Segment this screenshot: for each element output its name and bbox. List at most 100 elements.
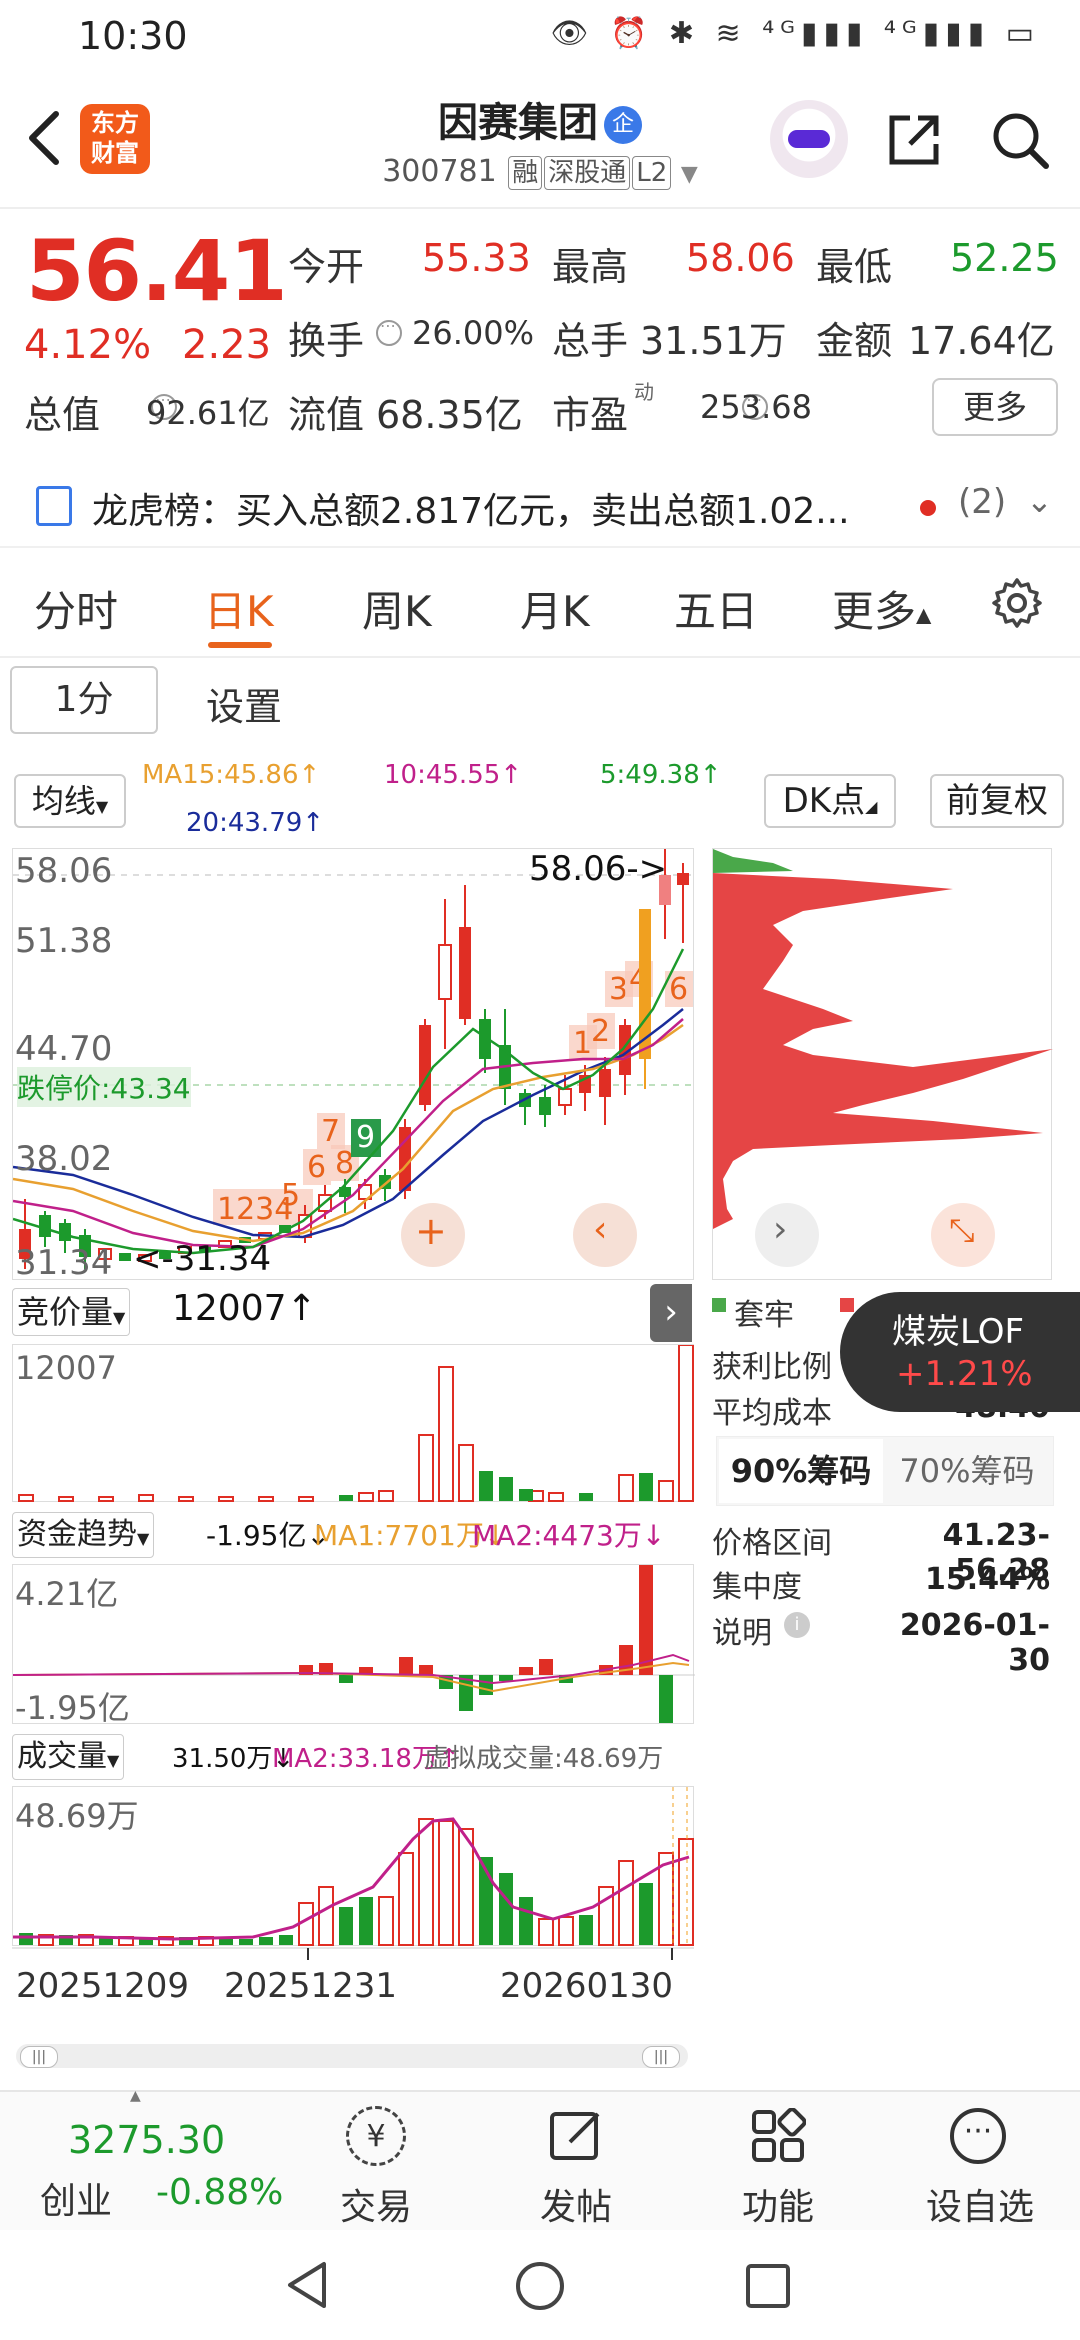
auction-value: 12007↑ <box>172 1288 317 1329</box>
info-icon[interactable]: i <box>784 1612 810 1638</box>
open-label: 今开 <box>288 245 365 289</box>
range-scrollbar[interactable]: ||| ||| <box>16 2044 688 2068</box>
open-value: 55.33 <box>422 236 531 280</box>
scroll-handle-right[interactable]: ||| <box>642 2046 680 2068</box>
tab-daily-k[interactable]: 日K <box>204 578 274 639</box>
volume-chart: 48.69万 <box>12 1786 694 1946</box>
system-home-icon[interactable] <box>514 2260 566 2312</box>
y-label-min: 31.34 <box>15 1243 113 1283</box>
search-icon[interactable] <box>988 108 1052 172</box>
volume-label: 总手 <box>552 319 629 363</box>
mktcap-value: 92.61亿 <box>146 394 270 432</box>
index-name[interactable]: 创业 <box>40 2172 112 2224</box>
crosshair-icon[interactable]: + <box>415 1209 447 1253</box>
info-icon[interactable] <box>376 316 402 346</box>
volume-dropdown-label: 成交量 <box>17 1739 107 1774</box>
tab-monthly-k[interactable]: 月K <box>520 578 590 639</box>
y-label-max: 58.06 <box>15 851 113 891</box>
change-percent: 4.12% <box>24 322 152 368</box>
fund-trend-dropdown[interactable]: 资金趋势▼ <box>12 1512 155 1558</box>
settings-link[interactable]: 设置 <box>206 676 282 731</box>
caret-down-icon: ▼ <box>137 1529 150 1548</box>
price-range-label: 价格区间 <box>712 1526 832 1561</box>
tag-margin: 融 <box>508 156 543 190</box>
ma20-value: 20:43.79↑ <box>186 808 325 838</box>
dragon-tiger-banner[interactable]: 龙虎榜：买入总额2.817亿元，卖出总额1.02... (2) ⌄ <box>0 462 1080 542</box>
seq-label: 7 <box>321 1114 340 1149</box>
kline-chart[interactable]: 1234 5 6 7 8 9 1 2 3 4 6 58.06 51.38 44.… <box>12 848 695 1283</box>
legend-trapped-swatch <box>712 1298 726 1312</box>
legend-profit-swatch <box>840 1298 854 1312</box>
edit-icon <box>550 2112 600 2160</box>
scroll-handle-left[interactable]: ||| <box>20 2046 58 2068</box>
nav-trade[interactable]: ¥ 交易 <box>326 2098 426 2228</box>
chevron-right-icon[interactable]: › <box>773 1209 787 1250</box>
tag-connect: 深股通 <box>544 156 631 190</box>
volume-value: 31.51万 <box>640 319 787 363</box>
seq-label: 2 <box>591 1014 610 1049</box>
tab-intraday[interactable]: 分时 <box>34 578 118 639</box>
tab-chip-90[interactable]: 90%筹码 <box>719 1439 883 1503</box>
expand-icon[interactable]: ⤡ <box>949 1211 975 1250</box>
caret-down-icon: ▼ <box>107 1751 120 1770</box>
caret-icon: ◢ <box>865 797 878 816</box>
high-value: 58.06 <box>686 236 795 280</box>
note-label: 说明 <box>712 1616 772 1651</box>
chevron-down-icon[interactable]: ⌄ <box>1026 482 1053 520</box>
enterprise-badge: 企 <box>604 106 642 144</box>
auction-volume-chart: 12007 <box>12 1344 694 1502</box>
chip-distribution-chart[interactable]: › ⤡ <box>712 848 1053 1280</box>
tab-five-day[interactable]: 五日 <box>674 578 758 639</box>
nav-post[interactable]: 发帖 <box>526 2098 626 2228</box>
system-navigation <box>0 2230 1080 2340</box>
avg-cost-label: 平均成本 <box>712 1396 832 1431</box>
share-icon[interactable] <box>884 110 944 170</box>
pe-value: 253.68 <box>700 388 812 426</box>
interval-1min-button[interactable]: 1分 <box>10 666 158 734</box>
float-label: 流值 <box>288 393 365 437</box>
tab-more[interactable]: 更多▲ <box>832 578 931 639</box>
tag-level2: L2 <box>632 156 672 190</box>
index-value[interactable]: 3275.30 <box>68 2118 225 2162</box>
chevron-down-icon[interactable]: ▼ <box>681 162 698 187</box>
date-ticks <box>12 1946 694 1964</box>
low-label: 最低 <box>816 245 893 289</box>
caret-up-icon: ▲ <box>916 602 932 627</box>
collapse-panel-button[interactable]: › <box>650 1284 692 1342</box>
gear-icon[interactable] <box>990 576 1044 630</box>
change-amount: 2.23 <box>182 322 272 368</box>
nav-functions[interactable]: 功能 <box>728 2098 828 2228</box>
pe-label: 市盈 <box>552 393 629 437</box>
floating-chip-name: 煤炭LOF <box>892 1312 1025 1352</box>
nav-add-watchlist[interactable]: ··· 设自选 <box>920 2098 1040 2228</box>
nav-post-label: 发帖 <box>539 2187 612 2228</box>
ma-dropdown-label: 均线 <box>31 782 96 820</box>
auction-dropdown[interactable]: 竞价量▼ <box>12 1288 131 1336</box>
floating-chip-change: +1.21% <box>896 1354 1033 1394</box>
index-change[interactable]: -0.88% <box>156 2172 283 2213</box>
fund-min-label: -1.95亿 <box>15 1689 130 1727</box>
ma-dropdown[interactable]: 均线▼ <box>14 774 126 828</box>
dk-point-dropdown[interactable]: DK点◢ <box>764 774 896 828</box>
dragon-tiger-count: (2) <box>958 482 1007 522</box>
yuan-exchange-icon: ¥ <box>346 2106 406 2166</box>
volume-dropdown[interactable]: 成交量▼ <box>12 1734 125 1780</box>
dragon-tiger-text: 龙虎榜：买入总额2.817亿元，卖出总额1.02... <box>92 491 850 532</box>
date-label-mid: 20251231 <box>224 1966 398 2006</box>
system-recents-icon[interactable] <box>744 2262 792 2310</box>
robot-avatar[interactable] <box>770 100 848 178</box>
tab-chip-70[interactable]: 70%筹码 <box>885 1439 1049 1503</box>
more-quote-button[interactable]: 更多 <box>932 378 1058 436</box>
stock-header: 东方 财富 因赛集团企 300781 融深股通 L2 ▼ <box>0 72 1080 209</box>
chevron-left-icon[interactable]: ‹ <box>593 1209 607 1250</box>
chip-ratio-tabs: 90%筹码 70%筹码 <box>716 1436 1054 1506</box>
seq-label: 6 <box>307 1150 326 1185</box>
ma15-value: MA15:45.86↑ <box>142 760 321 790</box>
active-tab-indicator <box>208 642 272 648</box>
nav-functions-label: 功能 <box>741 2187 814 2228</box>
adjust-dropdown[interactable]: 前复权 <box>930 774 1064 828</box>
floating-quote-chip[interactable]: 煤炭LOF +1.21% <box>840 1292 1080 1412</box>
tab-weekly-k[interactable]: 周K <box>362 578 432 639</box>
more-dots-icon: ··· <box>950 2108 1006 2164</box>
system-back-icon[interactable] <box>284 2260 334 2310</box>
